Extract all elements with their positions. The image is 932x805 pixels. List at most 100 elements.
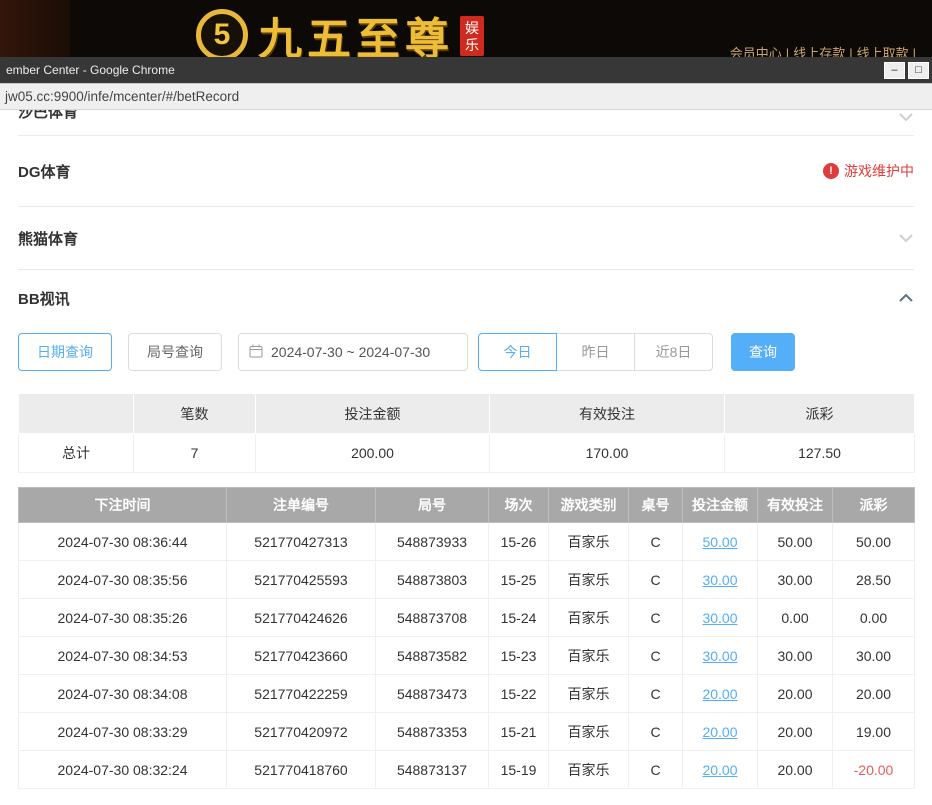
url-text[interactable]: jw05.cc:9900/infe/mcenter/#/betRecord — [0, 89, 239, 104]
table-cell: 548873803 — [376, 561, 489, 599]
bet-amount-link[interactable]: 30.00 — [683, 599, 758, 637]
date-query-button[interactable]: 日期查询 — [18, 333, 112, 371]
date-range-value: 2024-07-30 ~ 2024-07-30 — [271, 344, 430, 360]
table-cell: 30.00 — [758, 561, 833, 599]
bet-header-cell: 场次 — [489, 488, 549, 523]
browser-titlebar[interactable]: ember Center - Google Chrome – □ — [0, 57, 932, 83]
summary-cell: 7 — [134, 434, 256, 473]
table-cell: 28.50 — [833, 561, 915, 599]
maximize-button[interactable]: □ — [908, 62, 929, 79]
table-cell: 2024-07-30 08:32:24 — [19, 751, 227, 789]
yesterday-button[interactable]: 昨日 — [556, 333, 635, 371]
summary-row: 总计7200.00170.00127.50 — [19, 434, 915, 473]
table-cell: 百家乐 — [549, 561, 629, 599]
summary-cell: 总计 — [19, 434, 134, 473]
table-cell: 30.00 — [833, 637, 915, 675]
table-cell: 548873473 — [376, 675, 489, 713]
summary-cell: 127.50 — [725, 434, 915, 473]
bet-table-header-row: 下注时间注单编号局号场次游戏类别桌号投注金额有效投注派彩 — [19, 488, 915, 523]
maintenance-text: 游戏维护中 — [844, 161, 914, 181]
browser-urlbar[interactable]: jw05.cc:9900/infe/mcenter/#/betRecord — [0, 83, 932, 110]
maintenance-badge: ! 游戏维护中 — [823, 161, 914, 181]
bet-header-cell: 下注时间 — [19, 488, 227, 523]
table-cell: 2024-07-30 08:33:29 — [19, 713, 227, 751]
table-cell: 2024-07-30 08:35:56 — [19, 561, 227, 599]
bet-header-cell: 有效投注 — [758, 488, 833, 523]
section-label: DG体育 — [18, 161, 71, 182]
table-cell: C — [629, 599, 683, 637]
alert-icon: ! — [823, 163, 839, 179]
section-saba-sports[interactable]: 沙巴体育 — [18, 110, 914, 136]
bet-record-table: 下注时间注单编号局号场次游戏类别桌号投注金额有效投注派彩 2024-07-30 … — [18, 487, 915, 789]
table-cell: C — [629, 751, 683, 789]
table-cell: 15-26 — [489, 523, 549, 561]
round-query-button[interactable]: 局号查询 — [128, 333, 222, 371]
table-cell: 百家乐 — [549, 599, 629, 637]
section-label: 熊猫体育 — [18, 228, 78, 249]
bet-amount-link[interactable]: 20.00 — [683, 713, 758, 751]
table-cell: 548873933 — [376, 523, 489, 561]
table-cell: 15-19 — [489, 751, 549, 789]
section-label: BB视讯 — [18, 288, 70, 309]
page: 5 九五至尊 娱乐 会员中心|线上存款|线上取款| ember Center -… — [0, 0, 932, 805]
logo-coin-icon: 5 — [196, 9, 248, 61]
calendar-icon — [249, 344, 263, 361]
summary-cell: 170.00 — [490, 434, 725, 473]
summary-header-cell: 有效投注 — [490, 394, 725, 434]
header-left-decoration — [0, 0, 70, 57]
table-cell: 50.00 — [833, 523, 915, 561]
table-cell: 50.00 — [758, 523, 833, 561]
bet-header-cell: 派彩 — [833, 488, 915, 523]
window-title: ember Center - Google Chrome — [0, 63, 884, 77]
table-row: 2024-07-30 08:32:24521770418760548873137… — [19, 751, 915, 789]
search-button[interactable]: 查询 — [731, 333, 795, 371]
window-controls: – □ — [884, 62, 932, 79]
table-cell: 15-21 — [489, 713, 549, 751]
bet-amount-link[interactable]: 20.00 — [683, 675, 758, 713]
table-cell: 15-23 — [489, 637, 549, 675]
last8days-button[interactable]: 近8日 — [634, 333, 713, 371]
bet-header-cell: 局号 — [376, 488, 489, 523]
table-cell: 548873353 — [376, 713, 489, 751]
summary-header-cell: 笔数 — [134, 394, 256, 434]
bet-amount-link[interactable]: 20.00 — [683, 751, 758, 789]
table-row: 2024-07-30 08:35:56521770425593548873803… — [19, 561, 915, 599]
bet-header-cell: 游戏类别 — [549, 488, 629, 523]
table-cell: 521770420972 — [227, 713, 376, 751]
chevron-up-icon[interactable] — [898, 293, 914, 303]
chevron-down-icon[interactable] — [898, 112, 914, 122]
table-cell: 20.00 — [758, 751, 833, 789]
table-cell: 百家乐 — [549, 675, 629, 713]
main-content: 沙巴体育 DG体育 ! 游戏维护中 熊猫体育 BB视讯 日期查询 — [0, 110, 932, 805]
bet-header-cell: 注单编号 — [227, 488, 376, 523]
minimize-button[interactable]: – — [884, 62, 905, 79]
today-button[interactable]: 今日 — [478, 333, 557, 371]
date-range-input[interactable]: 2024-07-30 ~ 2024-07-30 — [238, 333, 468, 371]
table-cell: 19.00 — [833, 713, 915, 751]
summary-header-row: 笔数投注金额有效投注派彩 — [19, 394, 915, 434]
bet-amount-link[interactable]: 50.00 — [683, 523, 758, 561]
table-cell: 20.00 — [833, 675, 915, 713]
bet-table-body: 2024-07-30 08:36:44521770427313548873933… — [19, 523, 915, 789]
bet-header-cell: 桌号 — [629, 488, 683, 523]
table-cell: C — [629, 713, 683, 751]
table-cell: C — [629, 561, 683, 599]
summary-cell: 200.00 — [256, 434, 490, 473]
table-cell: C — [629, 523, 683, 561]
bet-amount-link[interactable]: 30.00 — [683, 561, 758, 599]
table-cell: C — [629, 637, 683, 675]
section-bb-casino[interactable]: BB视讯 — [18, 270, 914, 326]
table-row: 2024-07-30 08:34:08521770422259548873473… — [19, 675, 915, 713]
chevron-down-icon[interactable] — [898, 233, 914, 243]
table-row: 2024-07-30 08:36:44521770427313548873933… — [19, 523, 915, 561]
table-row: 2024-07-30 08:34:53521770423660548873582… — [19, 637, 915, 675]
table-cell: C — [629, 675, 683, 713]
section-dg-sports[interactable]: DG体育 ! 游戏维护中 — [18, 136, 914, 207]
bet-amount-link[interactable]: 30.00 — [683, 637, 758, 675]
table-cell: 30.00 — [758, 637, 833, 675]
summary-header-cell — [19, 394, 134, 434]
section-panda-sports[interactable]: 熊猫体育 — [18, 207, 914, 270]
table-cell: 2024-07-30 08:35:26 — [19, 599, 227, 637]
table-cell: 548873708 — [376, 599, 489, 637]
table-row: 2024-07-30 08:35:26521770424626548873708… — [19, 599, 915, 637]
